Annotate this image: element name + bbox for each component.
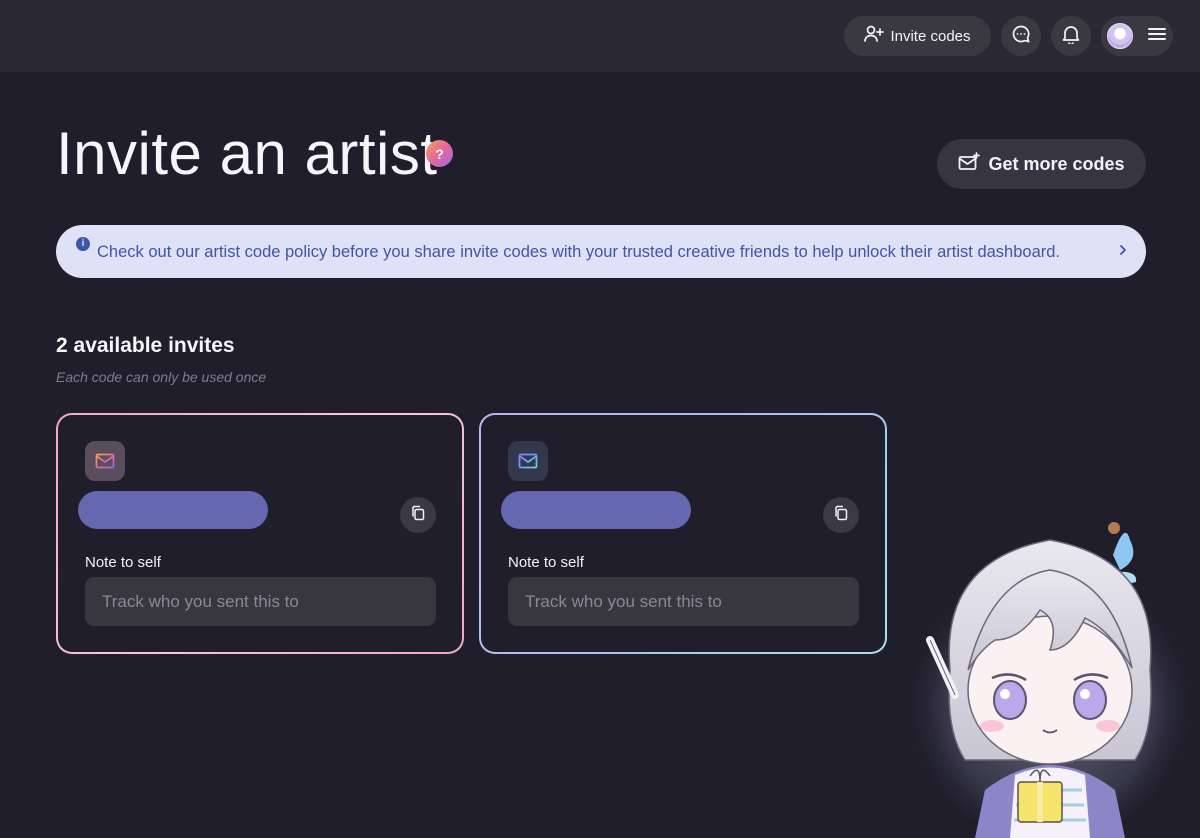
invite-card-body: Note to self	[481, 415, 885, 652]
invite-codes-label: Invite codes	[890, 27, 971, 45]
note-to-self-input[interactable]	[85, 577, 436, 626]
redacted-invite-code	[501, 491, 691, 529]
policy-banner-text: Check out our artist code policy before …	[97, 242, 1061, 261]
redacted-invite-code	[78, 491, 268, 529]
copy-code-button[interactable]	[400, 497, 436, 533]
invite-card-body: Note to self	[58, 415, 462, 652]
top-navigation-bar: Invite codes	[0, 0, 1200, 72]
user-plus-icon	[864, 25, 885, 47]
messages-button[interactable]	[1001, 16, 1041, 56]
help-badge[interactable]: ?	[426, 140, 453, 167]
note-to-self-label: Note to self	[85, 554, 161, 571]
invite-codes-button[interactable]: Invite codes	[844, 16, 991, 56]
mail-icon	[508, 441, 548, 481]
copy-icon	[410, 505, 426, 526]
info-icon: i	[76, 236, 90, 251]
invite-card: Note to self	[56, 413, 464, 654]
avatar	[1107, 23, 1133, 49]
profile-menu-button[interactable]	[1101, 16, 1173, 56]
note-to-self-input[interactable]	[508, 577, 859, 626]
available-invites-title: 2 available invites	[56, 334, 235, 357]
chat-bubble-icon	[1011, 24, 1031, 48]
invite-card: Note to self	[479, 413, 887, 654]
artist-code-policy-banner[interactable]: i Check out our artist code policy befor…	[56, 225, 1146, 278]
notifications-button[interactable]	[1051, 16, 1091, 56]
note-to-self-label: Note to self	[508, 554, 584, 571]
topbar-actions: Invite codes	[844, 16, 1173, 56]
copy-icon	[833, 505, 849, 526]
hamburger-menu-icon	[1147, 26, 1167, 46]
mail-icon	[85, 441, 125, 481]
chevron-right-icon	[1118, 243, 1128, 261]
get-more-codes-label: Get more codes	[988, 153, 1125, 174]
mascot-illustration	[900, 500, 1200, 838]
bell-icon	[1062, 24, 1080, 48]
mail-plus-icon	[958, 151, 981, 177]
copy-code-button[interactable]	[823, 497, 859, 533]
page-title: Invite an artist	[56, 120, 438, 187]
available-invites-subtitle: Each code can only be used once	[56, 369, 267, 385]
get-more-codes-button[interactable]: Get more codes	[937, 139, 1146, 189]
